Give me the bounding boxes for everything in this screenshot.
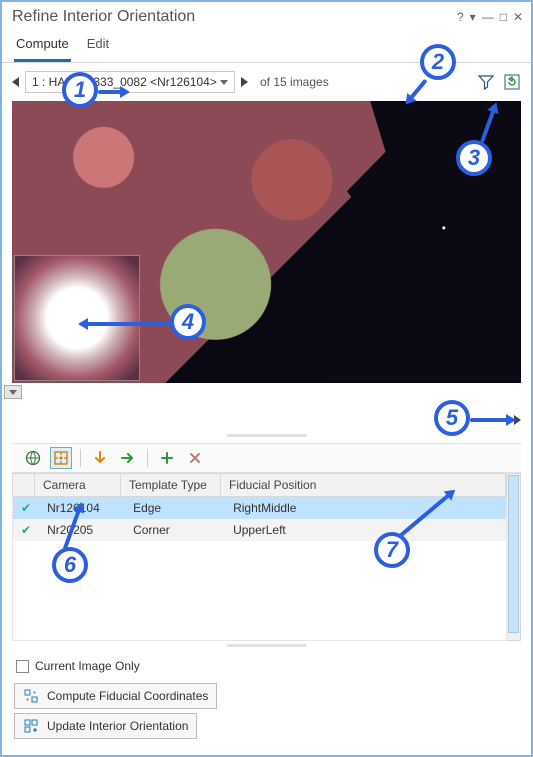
image-select-dropdown[interactable]: 1 : HAP83_333_0082 <Nr126104>	[25, 71, 235, 93]
cell-template-type: Edge	[125, 497, 225, 519]
panel-title: Refine Interior Orientation	[12, 8, 195, 26]
inset-toggle-button[interactable]	[4, 385, 22, 399]
row-check-icon[interactable]: ✔	[13, 519, 39, 541]
prev-image-button[interactable]	[12, 77, 19, 87]
callout-7: 7	[374, 532, 410, 568]
callout-leader	[470, 418, 514, 422]
filter-icon[interactable]	[477, 73, 495, 91]
callout-2: 2	[420, 44, 456, 80]
fiducial-toolbar	[12, 443, 521, 473]
refresh-layer-icon[interactable]	[503, 73, 521, 91]
minimize-icon[interactable]: —	[482, 10, 494, 24]
tab-edit[interactable]: Edit	[85, 32, 111, 62]
fiducial-magnifier[interactable]	[14, 255, 140, 381]
cell-camera: Nr20205	[39, 519, 125, 541]
menu-icon[interactable]: ▾	[470, 10, 476, 24]
globe-tool[interactable]	[22, 447, 44, 469]
cell-fiducial-position: RightMiddle	[225, 497, 506, 519]
target-tool[interactable]	[50, 447, 72, 469]
dock-icon[interactable]: □	[500, 10, 507, 24]
callout-6: 6	[52, 547, 88, 583]
col-camera[interactable]: Camera	[35, 474, 121, 496]
callout-leader	[98, 90, 128, 94]
move-down-tool[interactable]	[89, 447, 111, 469]
row-check-icon[interactable]: ✔	[13, 497, 39, 519]
table-row[interactable]: ✔ Nr20205 Corner UpperLeft	[12, 519, 507, 541]
callout-1: 1	[62, 72, 98, 108]
current-image-only-checkbox[interactable]	[16, 660, 29, 673]
cell-template-type: Corner	[125, 519, 225, 541]
callout-5: 5	[434, 400, 470, 436]
col-fiducial-position[interactable]: Fiducial Position	[221, 474, 506, 496]
cell-fiducial-position: UpperLeft	[225, 519, 506, 541]
next-image-button[interactable]	[241, 77, 248, 87]
splitter[interactable]	[2, 641, 531, 649]
callout-4: 4	[170, 304, 206, 340]
chevron-down-icon	[9, 390, 17, 395]
add-tool[interactable]	[156, 447, 178, 469]
image-count-label: of 15 images	[260, 75, 329, 89]
image-preview[interactable]	[12, 101, 521, 383]
table-scrollbar[interactable]	[507, 473, 521, 641]
table-header: Camera Template Type Fiducial Position	[12, 473, 507, 497]
help-icon[interactable]: ?	[457, 10, 464, 24]
compute-fiducial-label: Compute Fiducial Coordinates	[47, 689, 208, 703]
close-icon[interactable]: ✕	[513, 10, 523, 24]
current-image-only-label: Current Image Only	[35, 659, 140, 673]
delete-tool[interactable]	[184, 447, 206, 469]
chevron-down-icon	[220, 80, 228, 85]
callout-leader	[80, 322, 170, 326]
move-right-tool[interactable]	[117, 447, 139, 469]
tab-compute[interactable]: Compute	[14, 32, 71, 62]
col-template-type[interactable]: Template Type	[121, 474, 221, 496]
callout-3: 3	[456, 140, 492, 176]
compute-fiducial-button[interactable]: Compute Fiducial Coordinates	[14, 683, 217, 709]
update-interior-button[interactable]: Update Interior Orientation	[14, 713, 197, 739]
update-interior-label: Update Interior Orientation	[47, 719, 188, 733]
